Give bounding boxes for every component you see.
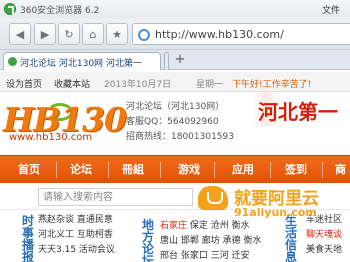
nav-apps[interactable]: 应用 (232, 156, 254, 184)
refresh-icon: ↻ (64, 27, 74, 41)
city-list: 石家庄 保定 沧州 衡水 唐山 邯郸 廊坊 承德 衡水 邢台 张家口 三河 迁安 (160, 219, 261, 262)
news-item[interactable]: 燕赵杂谈 直通民意 (38, 213, 115, 228)
browser-title-bar: 360安全浏览器 6.2 文件 (0, 0, 350, 18)
nav-divider (270, 162, 271, 178)
nav-games[interactable]: 游戏 (178, 156, 200, 184)
life-link[interactable]: 美食天地 (306, 243, 342, 258)
search-input[interactable] (38, 188, 193, 206)
news-item[interactable]: 河北义工 互助柯香 (38, 228, 115, 243)
home-button[interactable]: ⌂ (82, 23, 104, 45)
nav-divider (322, 162, 323, 178)
nav-groups[interactable]: 冊組 (122, 156, 144, 184)
banner-text: 河北第一 (258, 100, 338, 124)
site-name: 河北论坛（河北130网） (126, 102, 225, 112)
back-arrow-icon: ◀ (15, 27, 25, 41)
header-banner[interactable]: 河北第一 (252, 92, 350, 126)
browser-logo-icon (4, 3, 16, 15)
city-link[interactable]: 保定 沧州 衡水 (190, 221, 250, 231)
cloud-icon (198, 186, 228, 210)
home-icon: ⌂ (89, 27, 97, 41)
file-menu[interactable]: 文件 (322, 3, 340, 16)
tab-favicon-icon (8, 57, 17, 66)
city-row: 石家庄 保定 沧州 衡水 (160, 219, 261, 234)
forward-button[interactable]: ▶ (34, 23, 56, 45)
browser-title: 360安全浏览器 6.2 (20, 6, 100, 16)
logo-url: www.hb130.com (9, 132, 93, 143)
section-title-local: 地方论坛 (142, 218, 155, 262)
refresh-button[interactable]: ↻ (58, 23, 80, 45)
news-list: 燕赵杂谈 直通民意 河北义工 互助柯香 天天3.15 活动会议 (38, 213, 115, 258)
set-home-link[interactable]: 设为首页 (6, 77, 42, 90)
main-nav: 首页 论坛 冊組 游戏 应用 签到 商 (0, 155, 350, 183)
nav-divider (108, 162, 109, 178)
new-tab-button[interactable]: + (172, 53, 188, 68)
globe-icon (138, 29, 150, 41)
greeting-text: 下午好!工作辛苦了! (232, 80, 312, 90)
nav-home[interactable]: 首页 (18, 156, 40, 184)
tab-title: 河北论坛 河北130网 河北第一 (20, 59, 142, 69)
news-item[interactable]: 天天3.15 活动会议 (38, 243, 115, 258)
tab-active[interactable]: 河北论坛 河北130网 河北第一 (3, 52, 161, 70)
site-header: HB130 www.hb130.com 河北论坛（河北130网） 客服QQ：56… (0, 92, 350, 154)
favorites-button[interactable]: ★ (106, 23, 128, 45)
city-link-hot[interactable]: 石家庄 (160, 221, 187, 231)
back-button[interactable]: ◀ (9, 23, 31, 45)
site-logo[interactable]: HB130 www.hb130.com (3, 100, 127, 146)
forward-arrow-icon: ▶ (40, 27, 50, 41)
nav-forum[interactable]: 论坛 (70, 156, 92, 184)
qq-contact: 客服QQ：564092960 (126, 117, 219, 127)
star-icon: ★ (112, 27, 122, 41)
watermark: 就要阿里云 91aliyun.com (198, 184, 350, 220)
tab-inactive[interactable] (164, 52, 169, 70)
city-row[interactable]: 唐山 邯郸 廊坊 承德 衡水 (160, 234, 261, 249)
favorite-link[interactable]: 收藏本站 (54, 77, 90, 90)
address-bar[interactable]: http://www.hb130.com/ (132, 23, 350, 45)
date-text: 2013年10月7日 (104, 80, 172, 90)
nav-checkin[interactable]: 签到 (285, 156, 307, 184)
tab-strip: 河北论坛 河北130网 河北第一 + (0, 50, 350, 70)
life-link[interactable]: 聊天魂谈 (306, 228, 342, 243)
nav-divider (56, 162, 57, 178)
watermark-url: 91aliyun.com (234, 206, 317, 219)
city-row[interactable]: 邢台 张家口 三河 迁安 (160, 249, 261, 262)
site-info: 河北论坛（河北130网） 客服QQ：564092960 招商热线：1800130… (126, 100, 234, 145)
hotline: 招商热线：18001301593 (126, 132, 234, 142)
section-title-life: 生活信息 (285, 214, 298, 262)
nav-shop[interactable]: 商 (335, 156, 346, 184)
section-title-news: 时事播报 (22, 214, 35, 262)
address-text[interactable]: http://www.hb130.com/ (155, 28, 284, 41)
utility-bar: 设为首页 收藏本站 2013年10月7日 星期一 下午好!工作辛苦了! (0, 72, 350, 92)
nav-divider (160, 162, 161, 178)
weekday-text: 星期一 (196, 80, 224, 90)
browser-toolbar: ◀ ▶ ↻ ⌂ ★ http://www.hb130.com/ (0, 18, 350, 50)
nav-divider (214, 162, 215, 178)
